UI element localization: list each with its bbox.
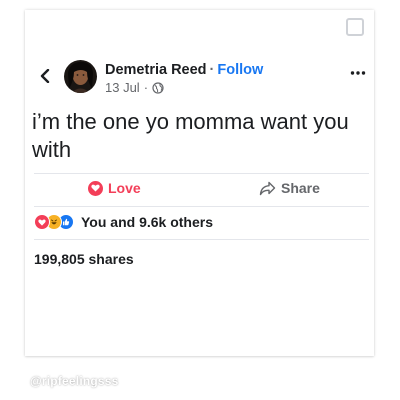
watermark: @ripfeelingsss: [30, 374, 119, 388]
shares-count[interactable]: 199,805 shares: [34, 251, 134, 267]
share-label: Share: [281, 180, 320, 196]
share-button[interactable]: Share: [259, 180, 320, 196]
post-date[interactable]: 13 Jul: [105, 80, 140, 96]
divider: [34, 173, 369, 174]
meta-separator: ·: [143, 80, 149, 95]
heart-icon: [88, 180, 103, 196]
globe-icon: [152, 82, 164, 94]
love-label: Love: [108, 180, 141, 196]
back-chevron-icon[interactable]: [40, 69, 50, 83]
divider: [34, 206, 369, 207]
more-options-icon[interactable]: [350, 70, 366, 76]
avatar[interactable]: [64, 60, 97, 93]
author-name[interactable]: Demetria Reed: [105, 62, 207, 78]
love-button[interactable]: Love: [88, 180, 141, 196]
reaction-icons: [34, 214, 74, 230]
follow-button[interactable]: Follow: [217, 62, 263, 78]
love-reaction-icon: [34, 214, 50, 230]
square-checkbox-icon[interactable]: [346, 18, 364, 36]
author-line: Demetria Reed · Follow: [105, 61, 263, 79]
name-separator: ·: [209, 62, 215, 78]
post-meta: 13 Jul ·: [105, 80, 164, 96]
reactions-summary[interactable]: You and 9.6k others: [34, 214, 213, 230]
divider: [34, 239, 369, 240]
post-text: i’m the one yo momma want you with: [32, 109, 349, 162]
share-arrow-icon: [259, 181, 276, 195]
reactions-text: You and 9.6k others: [81, 214, 213, 230]
